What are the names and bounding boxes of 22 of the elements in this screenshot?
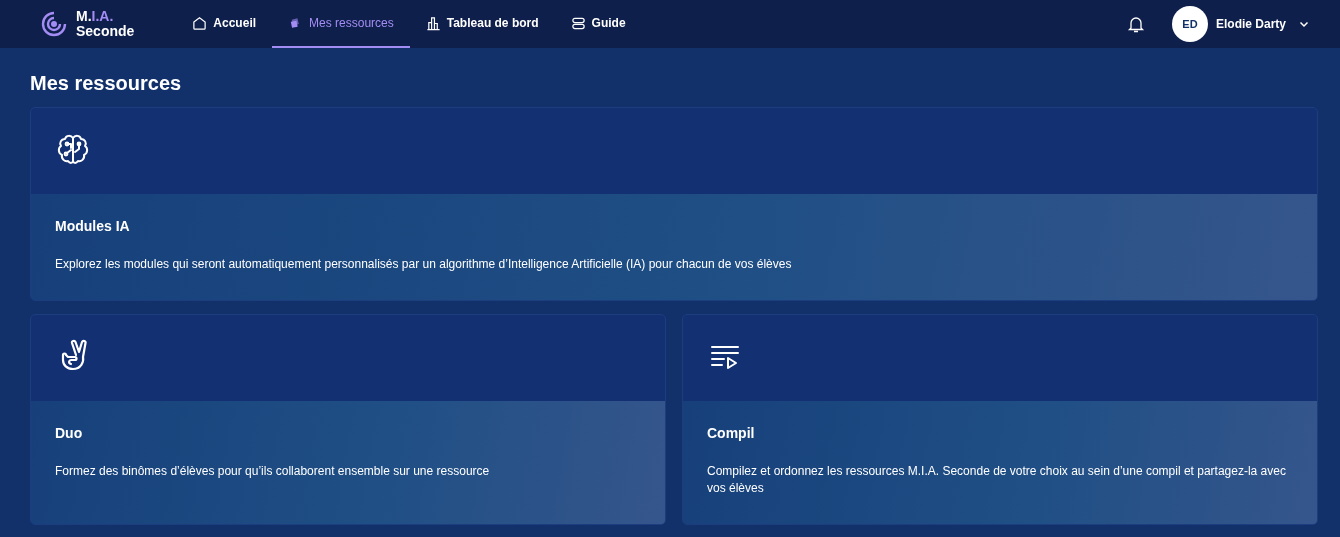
nav-tab[interactable]: Accueil	[176, 0, 273, 50]
card-title: Compil	[707, 425, 756, 441]
nav-tab[interactable]: Mes ressources	[272, 0, 410, 48]
avatar: ED	[1171, 6, 1208, 42]
card-title: Modules IA	[55, 218, 131, 234]
logo-icon	[40, 10, 68, 38]
user-menu[interactable]: ED Elodie Darty	[1171, 6, 1310, 42]
resource-card[interactable]: Compil Compilez et ordonnez les ressources M.I.A. Seconde de votre choix au sein d’une compil et partagez-la avec vos élèves	[682, 314, 1318, 525]
home-icon	[192, 15, 208, 31]
nav-tab[interactable]: Guide	[554, 0, 642, 50]
bar-chart-icon	[425, 15, 441, 31]
nav-tab[interactable]: Tableau de bord	[409, 0, 555, 50]
logo-text: M.I.A. Seconde	[76, 9, 135, 39]
resource-card[interactable]: Duo Formez des binômes d’élèves pour qu’ils collaborent ensemble sur une ressource	[30, 314, 666, 525]
page-title: Mes ressources	[30, 72, 183, 95]
card-title: Duo	[55, 425, 84, 441]
card-description: Explorez les modules qui seront automatiquement personnalisés par un algorithme d’Intelligence Artificielle (IA) pour chacun de vos élèves	[55, 256, 793, 273]
card-description: Formez des binômes d’élèves pour qu’ils collaborent ensemble sur une ressource	[55, 463, 491, 480]
user-name: Elodie Darty	[1215, 17, 1286, 31]
resource-card[interactable]: Modules IA Explorez les modules qui seront automatiquement personnalisés par un algorithme d’Intelligence Artificielle (IA) pour chacun de vos élèves	[30, 107, 1318, 301]
card-description: Compilez et ordonnez les ressources M.I.A. Seconde de votre choix au sein d’une compil et partagez-la avec vos élèves	[707, 463, 1287, 497]
server-icon	[570, 15, 586, 31]
